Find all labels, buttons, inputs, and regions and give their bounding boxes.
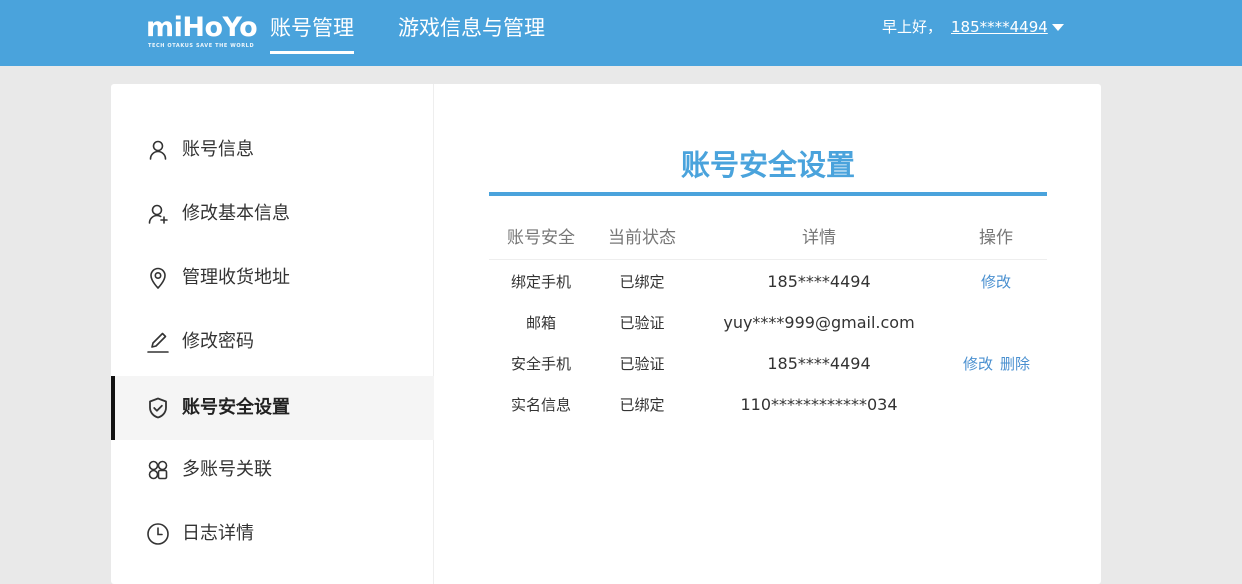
sidebar: 账号信息 修改基本信息 管理收货地址 修改密码 账号安全设置 多账号关联 日志详…	[111, 84, 434, 584]
table-cell-detail: 110************034	[740, 395, 898, 414]
table-cell-item: 邮箱	[525, 314, 556, 332]
location-pin-icon	[146, 266, 170, 290]
table-header-status: 当前状态	[608, 228, 676, 248]
table-cell-status: 已绑定	[619, 396, 665, 414]
sidebar-item-label: 管理收货地址	[182, 267, 290, 288]
table-cell-status: 已绑定	[619, 273, 665, 291]
accounts-link-icon	[146, 458, 170, 482]
user-add-icon	[146, 202, 170, 226]
greeting-text: 早上好，	[882, 18, 943, 36]
sidebar-item-security[interactable]: 账号安全设置	[111, 376, 434, 440]
page-title: 账号安全设置	[680, 148, 855, 182]
sidebar-item-edit-basic-info[interactable]: 修改基本信息	[111, 182, 434, 246]
table-header-detail: 详情	[802, 228, 836, 248]
username-link[interactable]: 185****4494	[951, 17, 1048, 37]
title-divider	[489, 192, 1047, 196]
shield-check-icon	[146, 396, 170, 420]
sidebar-item-account-info[interactable]: 账号信息	[111, 118, 434, 182]
table-cell-status: 已验证	[619, 314, 665, 332]
pencil-icon	[146, 330, 170, 354]
delete-security-phone-button[interactable]: 删除	[995, 353, 1035, 375]
sidebar-item-label: 修改密码	[182, 331, 254, 352]
modify-security-phone-button[interactable]: 修改	[959, 353, 997, 375]
sidebar-item-change-password[interactable]: 修改密码	[111, 310, 434, 374]
logo-tagline: TECH OTAKUS SAVE THE WORLD	[148, 43, 255, 49]
table-cell-item: 实名信息	[510, 396, 571, 414]
table-header-divider	[489, 259, 1047, 260]
table-cell-detail: 185****4494	[767, 272, 871, 291]
sidebar-item-linked-accounts[interactable]: 多账号关联	[111, 438, 434, 502]
user-icon	[146, 138, 170, 162]
table-cell-item: 绑定手机	[510, 273, 571, 291]
account-card: 账号信息 修改基本信息 管理收货地址 修改密码 账号安全设置 多账号关联 日志详…	[111, 84, 1101, 584]
sidebar-item-label: 多账号关联	[182, 459, 272, 480]
table-cell-detail: yuy****999@gmail.com	[723, 313, 915, 332]
sidebar-item-address[interactable]: 管理收货地址	[111, 246, 434, 310]
table-header-item: 账号安全	[507, 228, 575, 248]
clock-icon	[146, 522, 170, 546]
sidebar-item-label: 账号信息	[182, 139, 254, 160]
modify-phone-button[interactable]: 修改	[946, 271, 1046, 293]
table-cell-item: 安全手机	[510, 355, 571, 373]
tab-game-info-management[interactable]: 游戏信息与管理	[398, 14, 545, 44]
sidebar-item-label: 日志详情	[182, 523, 254, 544]
sidebar-item-label: 修改基本信息	[182, 203, 290, 224]
table-header-actions: 操作	[979, 228, 1013, 248]
tab-account-management[interactable]: 账号管理	[270, 14, 354, 54]
chevron-down-icon[interactable]	[1052, 24, 1064, 31]
sidebar-item-logs[interactable]: 日志详情	[111, 502, 434, 566]
logo-wordmark: miHoYo	[146, 12, 258, 43]
top-nav-bar: miHoYo TECH OTAKUS SAVE THE WORLD 账号管理 游…	[0, 0, 1242, 66]
sidebar-item-label: 账号安全设置	[182, 397, 290, 418]
table-cell-detail: 185****4494	[767, 354, 871, 373]
mihoyo-logo[interactable]: miHoYo TECH OTAKUS SAVE THE WORLD	[146, 12, 258, 52]
table-cell-status: 已验证	[619, 355, 665, 373]
